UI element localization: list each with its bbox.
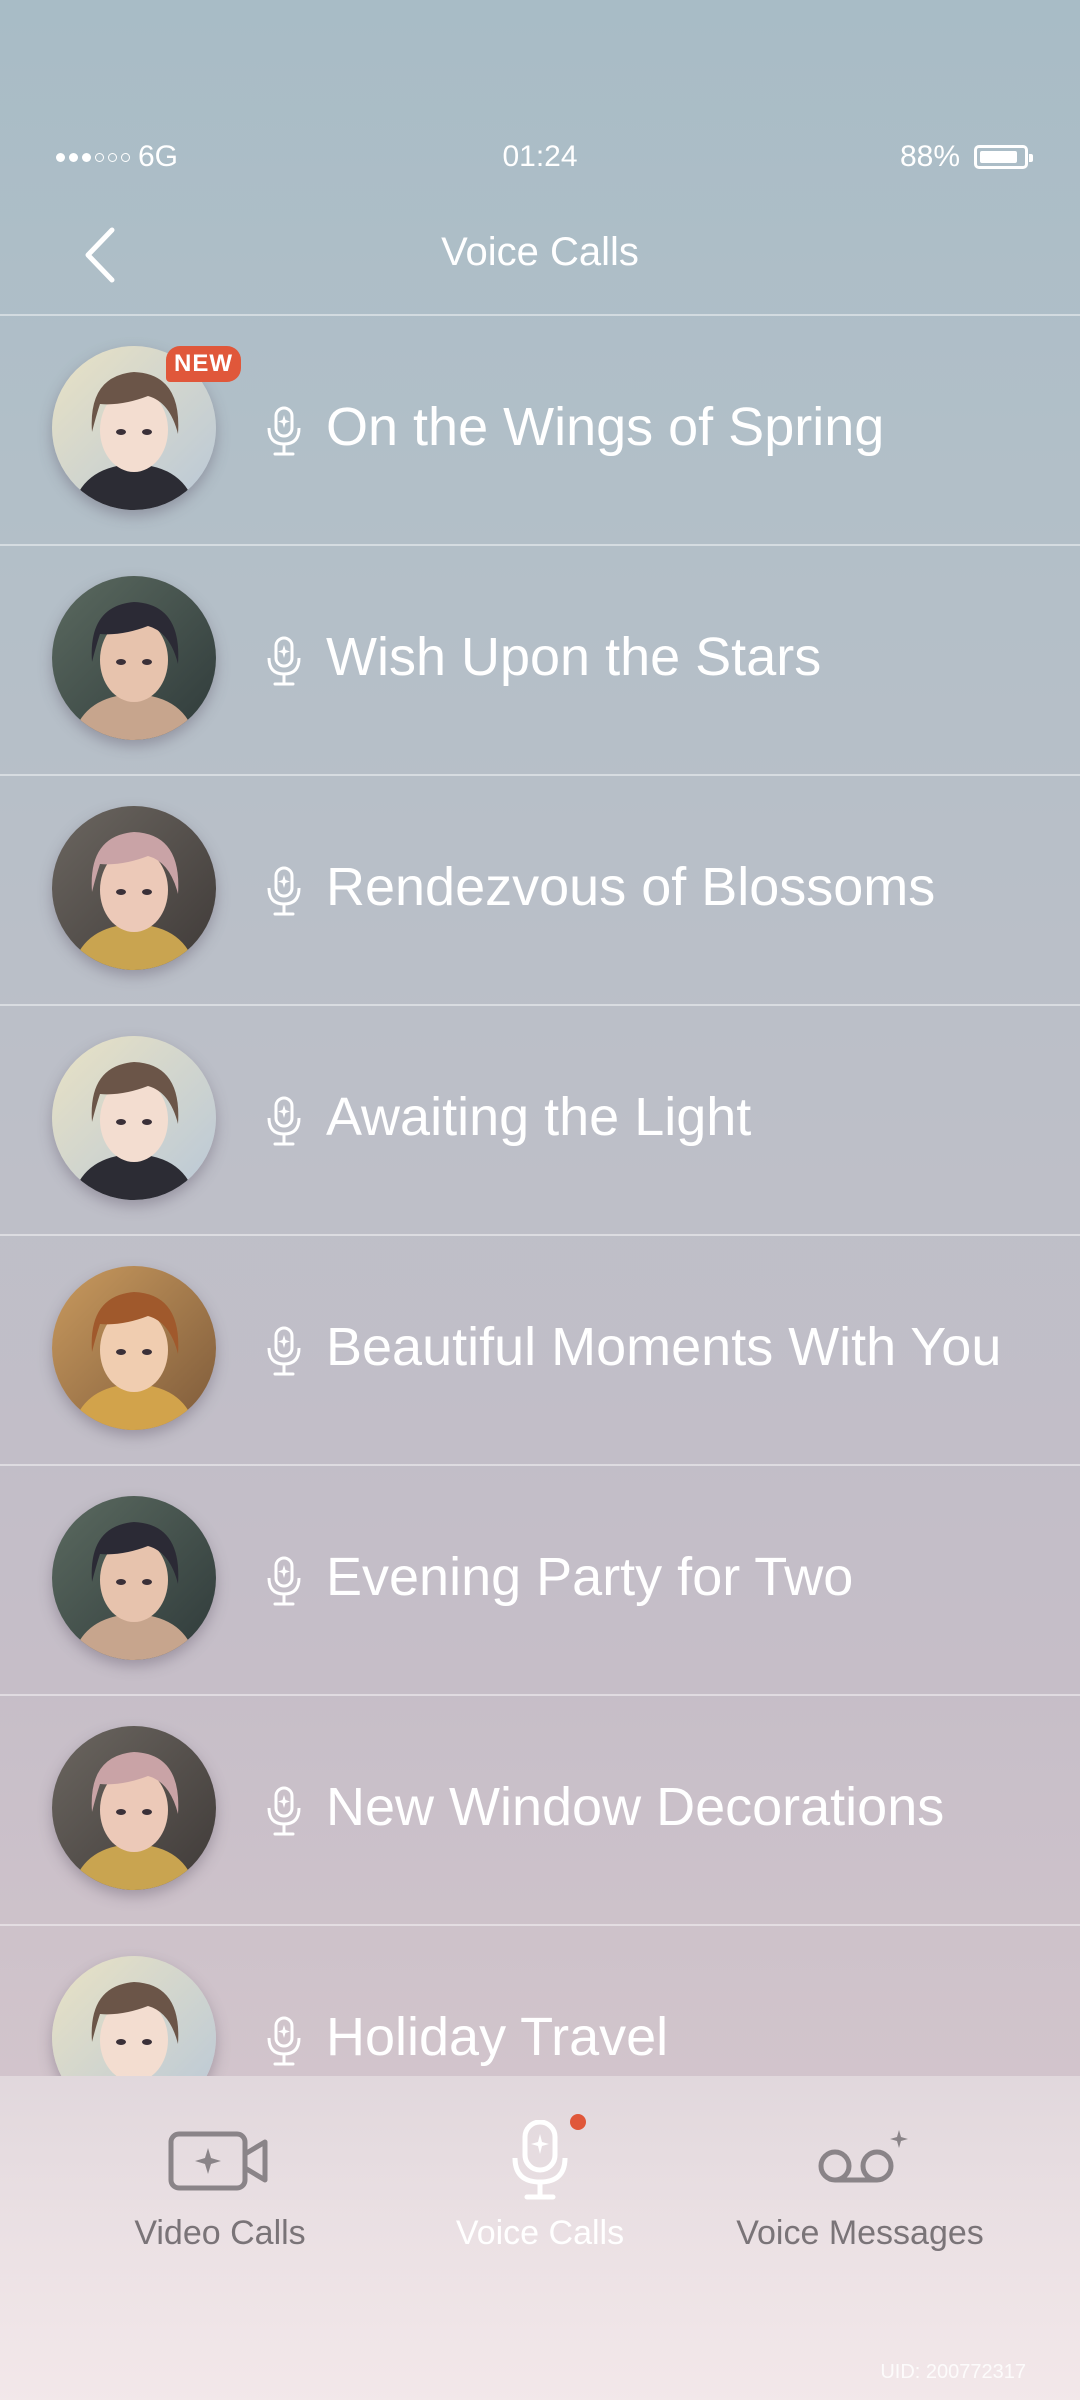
- call-title: Beautiful Moments With You: [326, 1317, 1002, 1377]
- avatar: [52, 1956, 216, 2076]
- battery-icon: [974, 145, 1033, 169]
- battery-percent: 88%: [899, 140, 960, 173]
- microphone-icon: [262, 1096, 306, 1148]
- page-header: Voice Calls: [0, 220, 1080, 290]
- call-title: Awaiting the Light: [326, 1087, 752, 1147]
- app-root: 6G 01:24 88% Voice Calls NEW On the Wings…: [0, 0, 1080, 2400]
- avatar: [52, 1496, 216, 1660]
- page-title: Voice Calls: [441, 230, 639, 274]
- voice-call-list: NEW On the Wings of Spring Wish Upon the S…: [0, 316, 1080, 2076]
- bottom-nav: Video Calls Voice Calls Voice Messages: [0, 2076, 1080, 2400]
- avatar: [52, 1266, 216, 1430]
- call-title: Holiday Travel: [326, 2007, 669, 2067]
- tab-label: Voice Messages: [736, 2214, 984, 2252]
- call-title: On the Wings of Spring: [326, 397, 885, 457]
- microphone-icon: [262, 1556, 306, 1608]
- call-list-item[interactable]: Rendezvous of Blossoms: [0, 776, 1080, 1006]
- battery-group: 88%: [899, 140, 1033, 174]
- avatar: [52, 1036, 216, 1200]
- avatar: [52, 576, 216, 740]
- microphone-icon: [262, 406, 306, 458]
- call-title: Wish Upon the Stars: [326, 627, 822, 687]
- microphone-icon: [262, 636, 306, 688]
- call-list-item[interactable]: Evening Party for Two: [0, 1466, 1080, 1696]
- call-list-item[interactable]: Wish Upon the Stars: [0, 546, 1080, 776]
- call-list-item[interactable]: Awaiting the Light: [0, 1006, 1080, 1236]
- call-list-item[interactable]: NEW On the Wings of Spring: [0, 316, 1080, 546]
- call-list-item[interactable]: New Window Decorations: [0, 1696, 1080, 1926]
- avatar: [52, 806, 216, 970]
- call-title: New Window Decorations: [326, 1777, 945, 1837]
- microphone-icon: [262, 2016, 306, 2068]
- microphone-icon: [262, 1786, 306, 1838]
- new-badge: NEW: [166, 346, 241, 382]
- voicemail-icon: [818, 2130, 908, 2183]
- avatar: [52, 1726, 216, 1890]
- tab-label: Voice Calls: [455, 2214, 625, 2252]
- call-list-item[interactable]: Holiday Travel: [0, 1926, 1080, 2076]
- call-list-item[interactable]: Beautiful Moments With You: [0, 1236, 1080, 1466]
- video-camera-icon: [168, 2131, 268, 2191]
- status-bar: 6G 01:24 88%: [0, 140, 1080, 180]
- call-title: Evening Party for Two: [326, 1547, 854, 1607]
- tab-label: Video Calls: [134, 2214, 306, 2252]
- tab-voice-calls[interactable]: Voice Calls: [390, 2114, 690, 2290]
- microphone-icon: [512, 2120, 568, 2200]
- microphone-icon: [262, 866, 306, 918]
- uid-label: UID: 200772317: [880, 2361, 1026, 2383]
- tab-video-calls[interactable]: Video Calls: [70, 2120, 370, 2290]
- notification-dot: [570, 2114, 586, 2130]
- tab-voice-messages[interactable]: Voice Messages: [710, 2120, 1010, 2290]
- call-title: Rendezvous of Blossoms: [326, 857, 936, 917]
- microphone-icon: [262, 1326, 306, 1378]
